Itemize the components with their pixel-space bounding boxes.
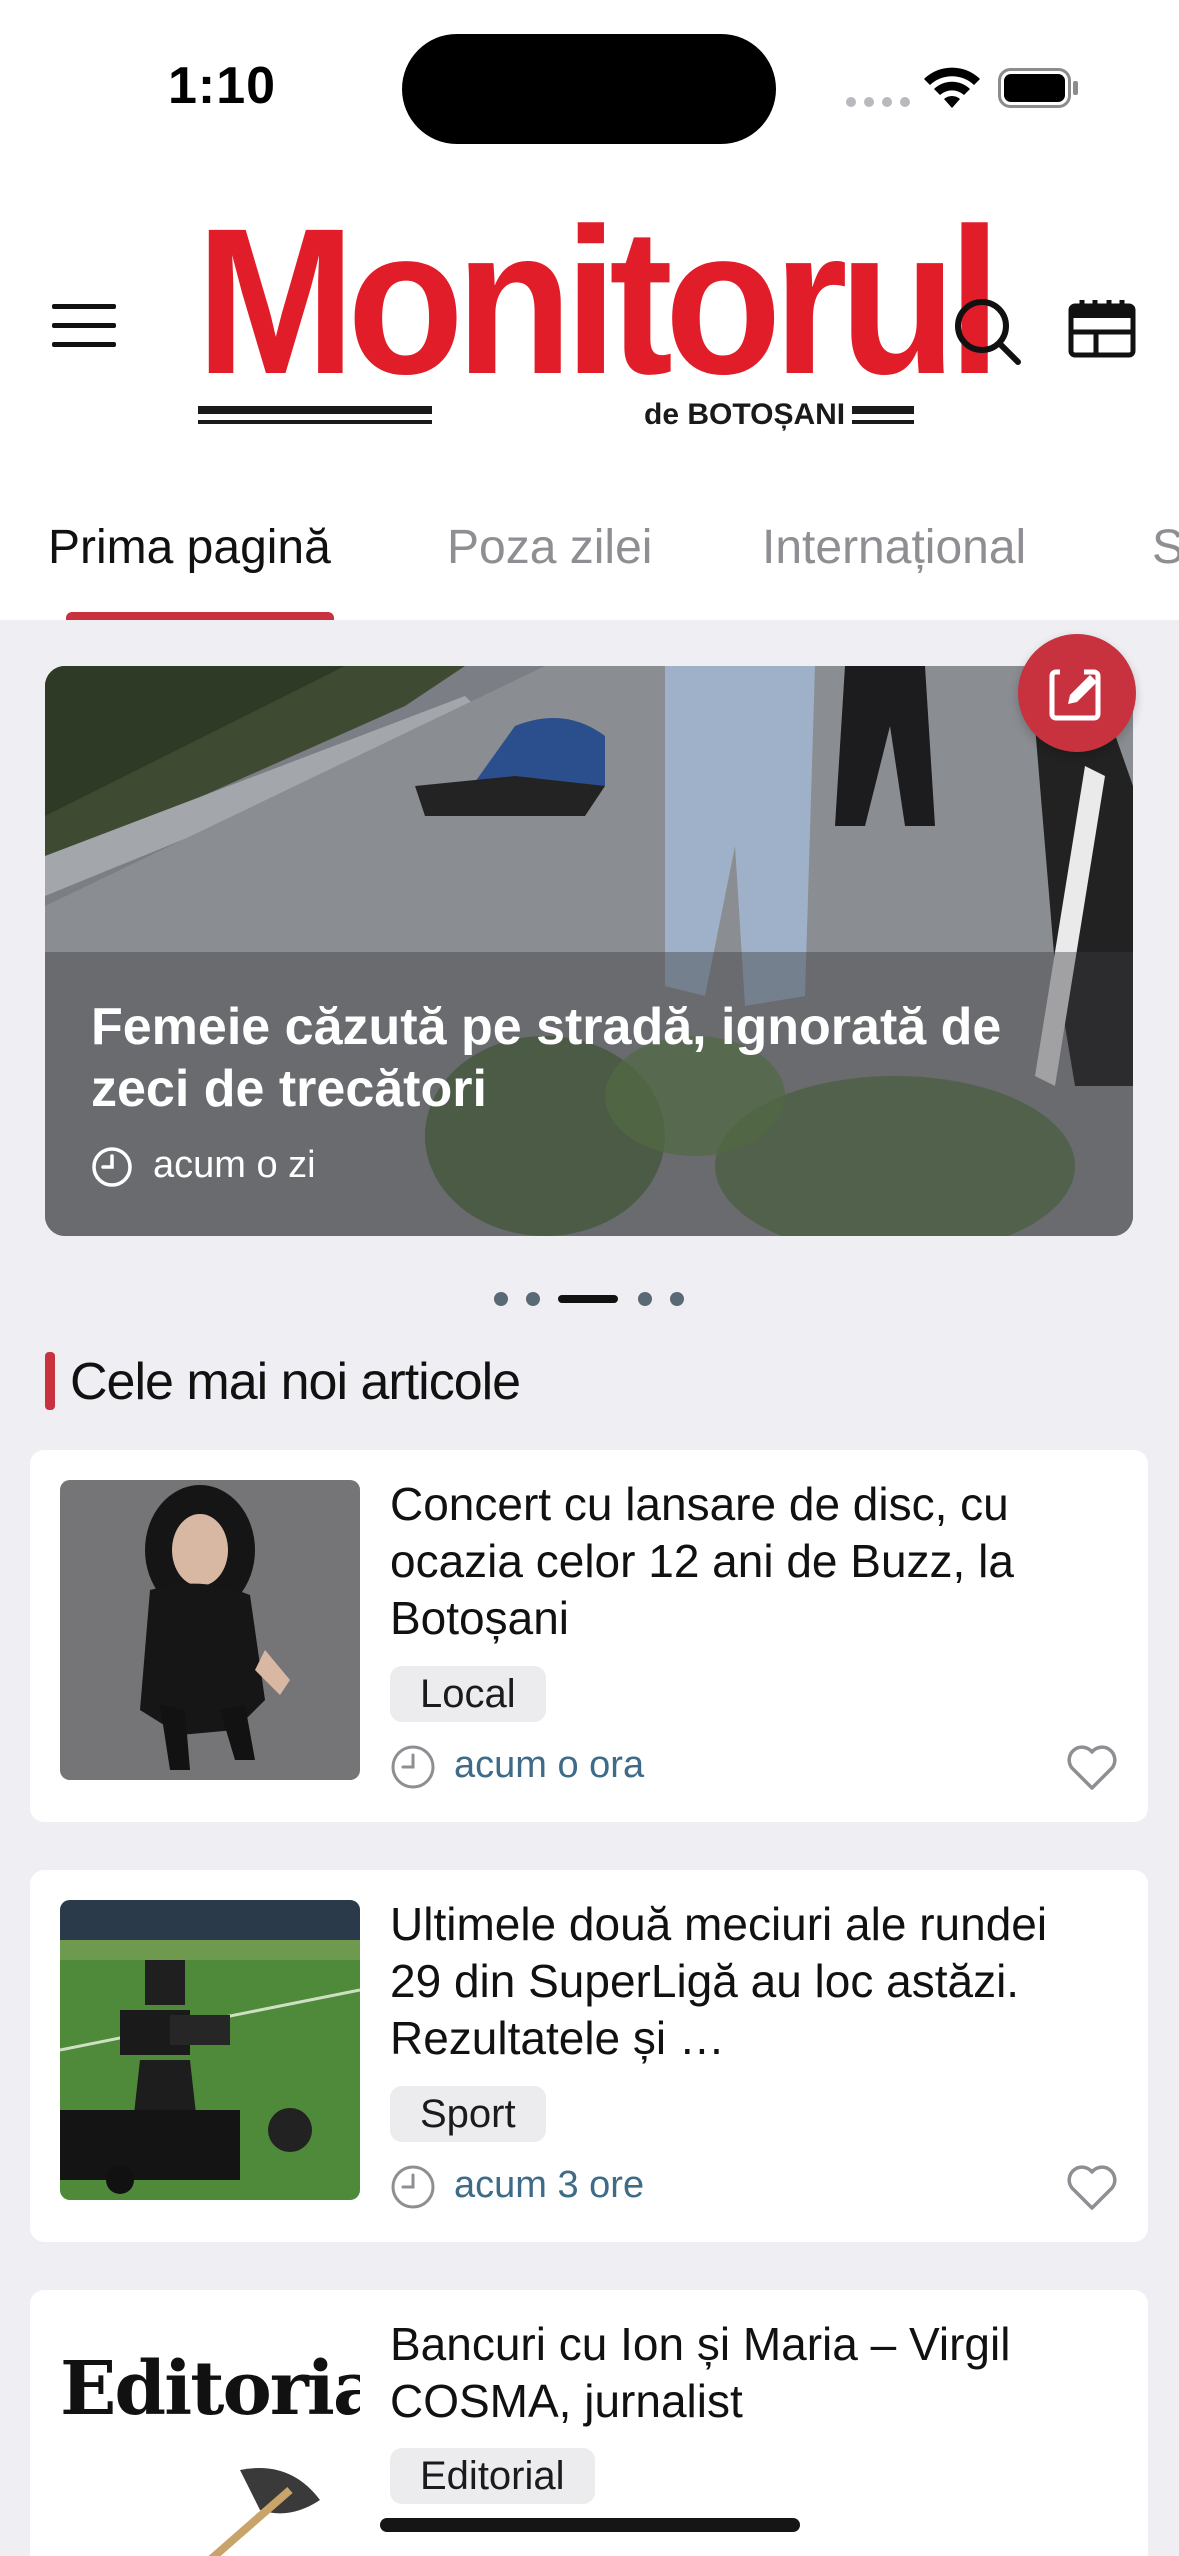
section-accent-bar	[45, 1352, 55, 1410]
home-indicator	[380, 2518, 800, 2532]
tab-prima-pagina[interactable]: Prima pagină	[48, 520, 331, 575]
dynamic-island	[402, 34, 776, 144]
featured-article-title: Femeie căzută pe stradă, ignorată de zec…	[91, 998, 1002, 1118]
status-time: 1:10	[168, 57, 277, 115]
logo-subtitle: de BOTOȘANI	[644, 398, 846, 431]
monitorul-logo[interactable]: Monitorul de BOTOȘANI	[196, 198, 1001, 440]
clock-icon	[391, 2165, 435, 2209]
tab-international[interactable]: Internațional	[762, 520, 1026, 575]
carousel-dot-active[interactable]	[558, 1295, 618, 1303]
carousel-indicator	[0, 1290, 1179, 1306]
section-title: Cele mai noi articole	[70, 1353, 521, 1411]
featured-article-time: acum o zi	[153, 1144, 316, 1186]
search-icon[interactable]	[952, 296, 1022, 366]
heart-icon[interactable]	[1066, 1744, 1118, 1792]
article-time: acum o ora	[454, 1744, 645, 1786]
article-card[interactable]: Editorial Bancuri cu Ion și Maria – Virg…	[30, 2290, 1148, 2556]
carousel-dot[interactable]	[494, 1292, 508, 1306]
active-tab-indicator	[66, 612, 334, 620]
article-title: Concert cu lansare de disc, cu ocazia ce…	[390, 1478, 1014, 1644]
article-card[interactable]: Ultimele două meciuri ale rundei 29 din …	[30, 1870, 1148, 2242]
article-card[interactable]: Concert cu lansare de disc, cu ocazia ce…	[30, 1450, 1148, 1822]
heart-icon[interactable]	[1066, 2164, 1118, 2212]
edit-note-icon	[1049, 668, 1101, 721]
carousel-dot[interactable]	[526, 1292, 540, 1306]
logo-wordmark: Monitorul	[196, 186, 1001, 418]
hamburger-menu-icon[interactable]	[52, 300, 116, 352]
cellular-signal-icon	[846, 97, 910, 107]
carousel-dot[interactable]	[638, 1292, 652, 1306]
newspaper-edition-icon[interactable]	[1068, 298, 1136, 358]
category-tabs: Prima pagină Poza zilei Internațional S	[0, 510, 1179, 620]
category-badge[interactable]: Local	[390, 1666, 546, 1722]
featured-article-card[interactable]: Femeie căzută pe stradă, ignorată de zec…	[45, 666, 1133, 1236]
tab-s[interactable]: S	[1152, 520, 1179, 575]
tab-poza-zilei[interactable]: Poza zilei	[447, 520, 652, 575]
clock-icon	[391, 1745, 435, 1789]
article-time: acum 3 ore	[454, 2164, 645, 2206]
clock-icon	[92, 1147, 132, 1187]
battery-icon	[998, 68, 1078, 108]
article-title: Bancuri cu Ion și Maria – Virgil COSMA, …	[390, 2318, 1011, 2427]
carousel-dot[interactable]	[670, 1292, 684, 1306]
article-title: Ultimele două meciuri ale rundei 29 din …	[390, 1898, 1048, 2064]
article-thumbnail	[60, 1900, 360, 2200]
article-thumbnail	[60, 1480, 360, 1780]
category-badge[interactable]: Editorial	[390, 2448, 595, 2504]
edit-note-button[interactable]	[1018, 634, 1136, 752]
wifi-icon	[924, 67, 980, 108]
article-thumbnail: Editorial	[60, 2320, 360, 2556]
category-badge[interactable]: Sport	[390, 2086, 546, 2142]
